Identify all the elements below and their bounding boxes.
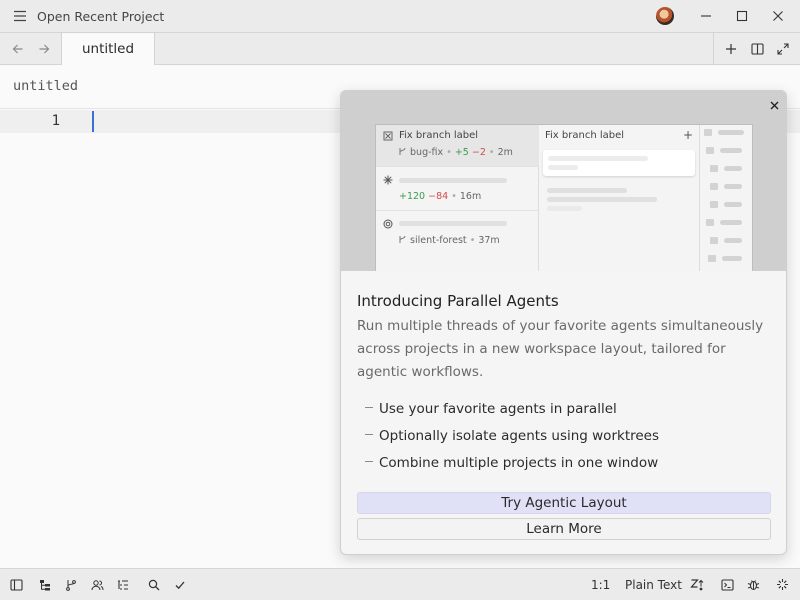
thread-item: Fix branch label bug-fix • +5 −2 • 2m [376, 125, 539, 167]
thread-time: 37m [478, 235, 500, 246]
announcement-title: Introducing Parallel Agents [357, 292, 559, 310]
thread-title: Fix branch label [399, 130, 479, 141]
git-branch-icon [399, 235, 406, 243]
lines-added: +120 [399, 191, 426, 202]
thread-item: silent-forest • 37m [376, 211, 539, 257]
lines-removed: −84 [428, 191, 449, 202]
file-row [706, 215, 750, 229]
dash-icon [365, 406, 373, 408]
placeholder-bar [399, 221, 507, 226]
thread-meta: +120 −84 • 16m [399, 191, 482, 202]
thread-item: +120 −84 • 16m [376, 167, 539, 211]
text-cursor [92, 111, 94, 132]
close-icon[interactable] [760, 0, 796, 33]
thread-panel: Fix branch label + [539, 125, 700, 271]
panel-title: Fix branch label [545, 130, 625, 141]
tab-bar: untitled [0, 33, 800, 65]
file-row [706, 143, 750, 157]
menu-icon[interactable] [5, 0, 35, 33]
collaborators-icon[interactable] [84, 569, 110, 600]
feature-label: Use your favorite agents in parallel [379, 401, 617, 417]
split-pane-icon[interactable] [744, 33, 770, 64]
maximize-icon[interactable] [724, 0, 760, 33]
agent-knot-icon [383, 219, 393, 229]
placeholder-bar [547, 188, 627, 193]
plus-icon[interactable] [718, 33, 744, 64]
file-row [704, 125, 748, 139]
plus-icon: + [682, 128, 693, 142]
dash-icon [365, 460, 373, 462]
placeholder-bar [399, 178, 507, 183]
placeholder-bar [547, 206, 582, 211]
lines-removed: −2 [471, 147, 486, 158]
git-branch-icon [399, 147, 406, 155]
debug-icon[interactable] [740, 569, 766, 600]
thread-time: 2m [497, 147, 513, 158]
search-icon[interactable] [141, 569, 167, 600]
close-icon[interactable] [766, 97, 782, 113]
avatar[interactable] [656, 7, 674, 25]
parallel-agents-announcement: Fix branch label bug-fix • +5 −2 • 2m +1… [340, 90, 787, 555]
title-bar: Open Recent Project [0, 0, 800, 33]
forward-arrow-icon[interactable] [32, 33, 56, 64]
tab-label: untitled [81, 41, 135, 57]
feature-item: Optionally isolate agents using worktree… [357, 428, 659, 444]
agent-icon [383, 131, 393, 141]
file-tree-mock [700, 125, 752, 271]
minimize-icon[interactable] [688, 0, 724, 33]
outline-icon[interactable] [110, 569, 136, 600]
file-row [710, 233, 752, 247]
thread-list: Fix branch label bug-fix • +5 −2 • 2m +1… [376, 125, 539, 271]
git-branch-icon[interactable] [58, 569, 84, 600]
branch-name: bug-fix [410, 147, 444, 158]
hero-preview: Fix branch label bug-fix • +5 −2 • 2m +1… [341, 91, 786, 271]
placeholder-bar [548, 165, 578, 170]
file-row [708, 251, 752, 265]
line-number: 1 [51, 113, 60, 129]
sidebar-toggle-icon[interactable] [3, 569, 29, 600]
file-row [710, 179, 752, 193]
back-arrow-icon[interactable] [6, 33, 30, 64]
project-tree-icon[interactable] [32, 569, 58, 600]
fullscreen-icon[interactable] [770, 33, 796, 64]
thread-meta: bug-fix • +5 −2 • 2m [398, 147, 513, 158]
open-recent-project-button[interactable]: Open Recent Project [37, 9, 164, 24]
check-icon[interactable] [167, 569, 193, 600]
learn-more-button[interactable]: Learn More [357, 518, 771, 540]
feature-item: Use your favorite agents in parallel [357, 401, 617, 417]
feature-label: Optionally isolate agents using worktree… [379, 428, 660, 444]
dash-icon [365, 433, 373, 435]
zed-predict-icon[interactable] [684, 569, 710, 600]
placeholder-bar [548, 156, 648, 161]
message-card [543, 150, 695, 176]
breadcrumb-filename[interactable]: untitled [13, 78, 78, 94]
announcement-description: Run multiple threads of your favorite ag… [357, 318, 764, 380]
feature-item: Combine multiple projects in one window [357, 455, 658, 471]
try-agentic-layout-button[interactable]: Try Agentic Layout [357, 492, 771, 514]
lines-added: +5 [454, 147, 469, 158]
thread-time: 16m [459, 191, 482, 202]
placeholder-bar [547, 197, 657, 202]
agent-icon[interactable] [769, 569, 795, 600]
file-row [710, 161, 752, 175]
tab-untitled[interactable]: untitled [61, 33, 155, 65]
cursor-position[interactable]: 1:1 [591, 578, 610, 592]
workspace-mockup: Fix branch label bug-fix • +5 −2 • 2m +1… [375, 124, 753, 271]
thread-meta: silent-forest • 37m [398, 235, 500, 246]
feature-label: Combine multiple projects in one window [379, 455, 659, 471]
branch-name: silent-forest [410, 235, 467, 246]
asterisk-icon [383, 175, 393, 185]
file-row [710, 197, 752, 211]
terminal-icon[interactable] [714, 569, 740, 600]
status-bar: 1:1 Plain Text [0, 568, 800, 600]
language-selector[interactable]: Plain Text [625, 578, 682, 592]
